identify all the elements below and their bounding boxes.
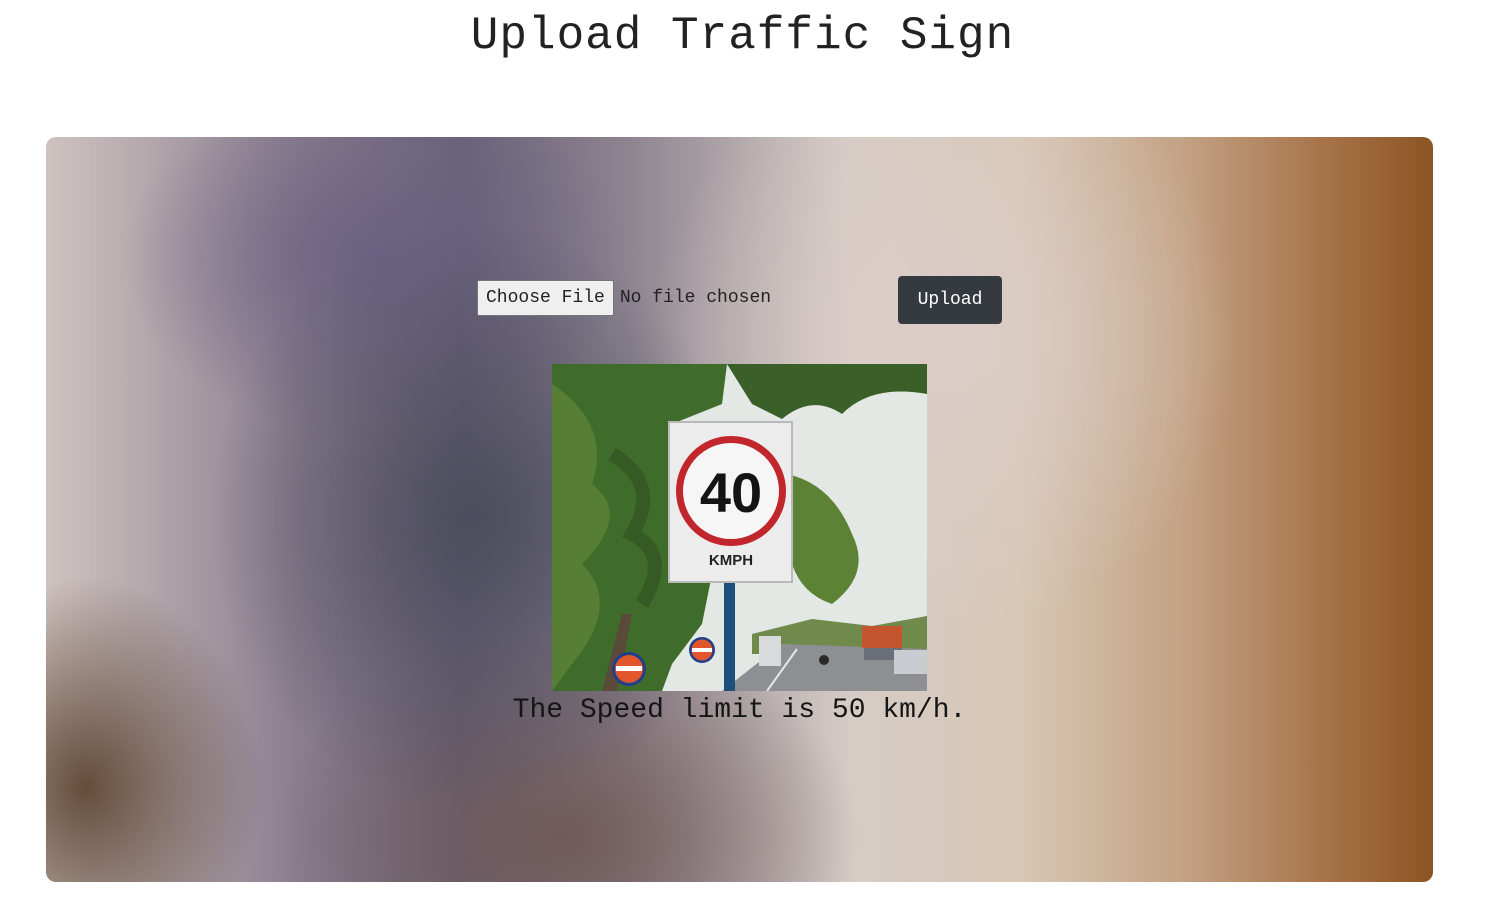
file-input[interactable]: Choose File No file chosen	[477, 280, 771, 316]
sign-speed-number: 40	[700, 461, 762, 524]
upload-panel: Choose File No file chosen Upload 40 KMP…	[46, 137, 1433, 882]
prediction-result: The Speed limit is 50 km/h.	[512, 695, 967, 726]
upload-form: Choose File No file chosen Upload	[477, 276, 1002, 324]
choose-file-button[interactable]: Choose File	[477, 280, 614, 316]
page-title: Upload Traffic Sign	[470, 10, 1015, 62]
sign-unit-label: KMPH	[709, 552, 753, 569]
upload-button[interactable]: Upload	[898, 276, 1002, 324]
uploaded-sign-image: 40 KMPH	[552, 364, 927, 691]
file-status-text: No file chosen	[619, 288, 772, 308]
